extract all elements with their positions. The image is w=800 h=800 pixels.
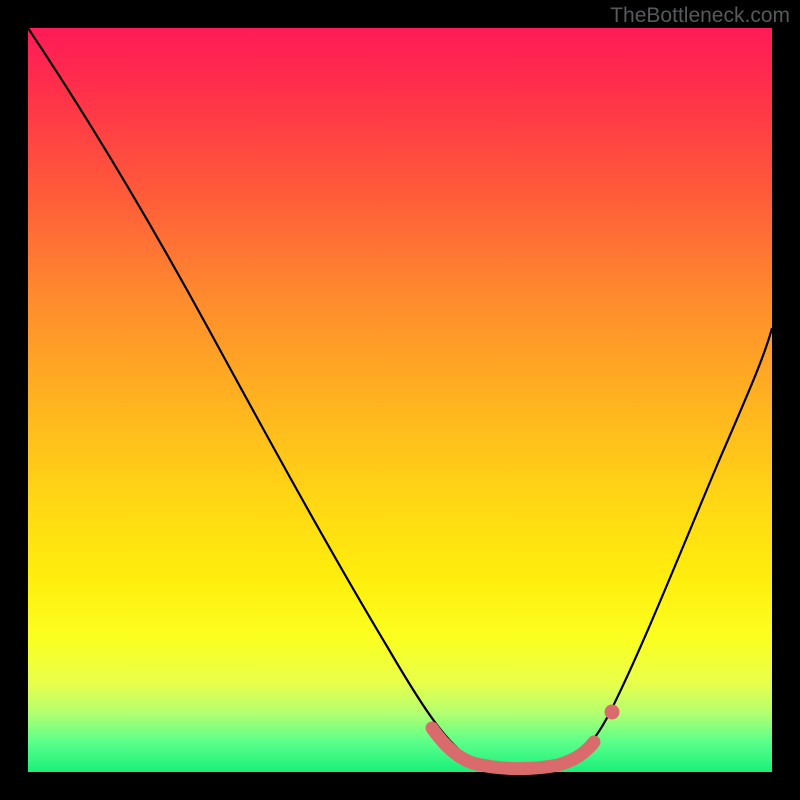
chart-frame: TheBottleneck.com — [0, 0, 800, 800]
bottleneck-curve — [28, 28, 772, 768]
flat-minimum — [432, 728, 594, 769]
watermark-text: TheBottleneck.com — [610, 4, 790, 28]
elbow-right — [605, 705, 620, 720]
chart-overlay — [28, 28, 772, 772]
